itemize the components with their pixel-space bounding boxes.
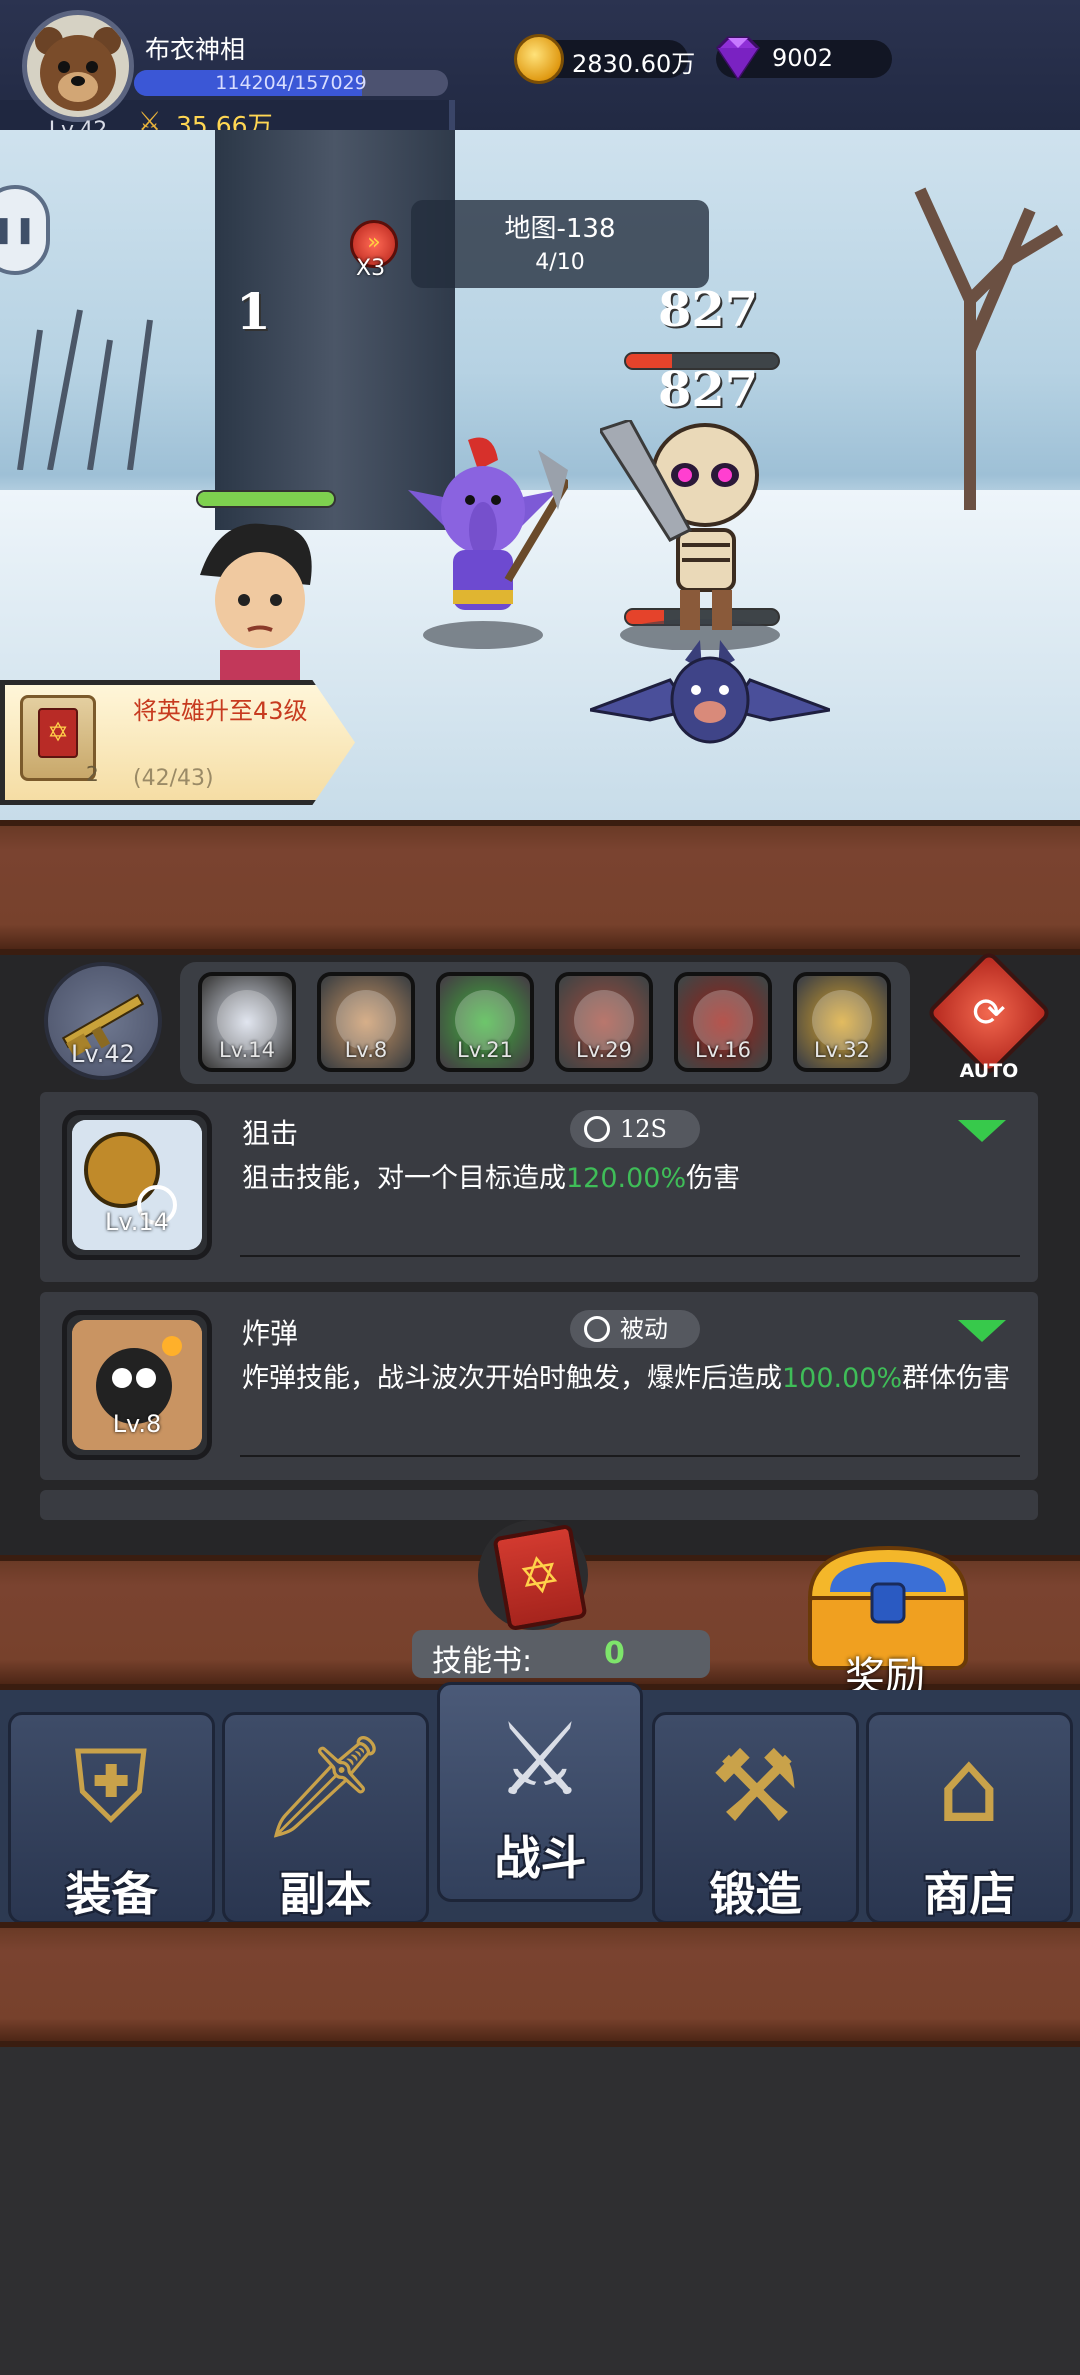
skill-level: Lv.8 — [112, 1410, 162, 1438]
quest-progress: (42/43) — [133, 766, 214, 791]
clock-icon — [584, 1316, 610, 1342]
skill-book-icon: ✡ — [38, 708, 78, 758]
damage-number: 827 — [658, 362, 759, 418]
bottom-area — [0, 2047, 1080, 2375]
hero-character — [200, 523, 312, 690]
purple-gem-icon — [716, 36, 760, 81]
skeleton-enemy — [600, 420, 780, 650]
skill-card[interactable] — [40, 1490, 1038, 1520]
skill-slot-level: Lv.21 — [457, 1038, 513, 1062]
bat-enemy — [590, 640, 830, 744]
bare-tree — [914, 187, 1064, 510]
quest-reward-count: 2 — [86, 762, 99, 786]
skill-book-icon[interactable]: ✡ — [492, 1523, 588, 1632]
skill-book-count: 0 — [604, 1636, 625, 1671]
refresh-icon: ⟳ — [972, 990, 1006, 1036]
shop-icon: ⌂ — [937, 1728, 1001, 1845]
weapon-level: Lv.42 — [71, 1040, 135, 1068]
divider — [240, 1255, 1020, 1257]
skill-level: Lv.14 — [105, 1208, 169, 1236]
wave-progress: 4/10 — [535, 250, 585, 275]
bare-bushes — [17, 309, 153, 470]
armor-icon: ⛨ — [73, 1728, 149, 1845]
damage-number: 827 — [658, 282, 759, 338]
skill-name: 炸弹 — [242, 1317, 299, 1350]
skill-book-label: 技能书: — [432, 1644, 533, 1679]
divider — [240, 1455, 1020, 1457]
skill-description: 炸弹技能，战斗波次开始时触发，爆炸后造成100.00%群体伤害 — [242, 1363, 1011, 1394]
scroll-hammer-icon: ⚒ — [710, 1728, 800, 1845]
damage-number: 1 — [236, 282, 271, 341]
nav-label: 副本 — [279, 1867, 372, 1921]
skill-slot-level: Lv.16 — [695, 1038, 751, 1062]
goblin-enemy — [408, 437, 568, 649]
chevron-down-icon[interactable] — [958, 1120, 1006, 1142]
exp-text: 114204/157029 — [215, 72, 367, 94]
fast-forward-icon: » — [367, 230, 381, 255]
skill-slot-level: Lv.29 — [576, 1038, 632, 1062]
nav-label: 装备 — [65, 1867, 158, 1921]
chevron-down-icon[interactable] — [958, 1320, 1006, 1342]
wood-divider — [0, 820, 1080, 955]
skill-name: 狙击 — [242, 1117, 299, 1150]
auto-label: AUTO — [959, 1060, 1019, 1082]
nav-label: 战斗 — [494, 1831, 587, 1885]
gold-amount: 2830.60万 — [572, 50, 696, 78]
enemy-health-bar — [624, 352, 780, 370]
wood-divider — [0, 1922, 1080, 2047]
skill-description: 狙击技能，对一个目标造成120.00%伤害 — [242, 1163, 741, 1194]
gem-amount: 9002 — [772, 44, 834, 72]
crossed-swords-icon: ⚔ — [495, 1701, 585, 1818]
bear-avatar-icon — [35, 27, 121, 111]
quest-title: 将英雄升至43级 — [133, 697, 308, 725]
clock-icon — [584, 1116, 610, 1142]
skill-icon-frame — [62, 1110, 212, 1260]
player-avatar[interactable] — [22, 10, 134, 122]
nav-label: 商店 — [923, 1867, 1016, 1921]
hero-health-bar — [196, 490, 336, 508]
skill-slot-level: Lv.14 — [219, 1038, 275, 1062]
pause-icon: ❚❚ — [0, 215, 36, 245]
speed-multiplier: X3 — [356, 256, 386, 281]
pause-button[interactable]: ❚❚ — [0, 185, 50, 275]
gold-coin-icon — [514, 34, 564, 84]
map-title: 地图-138 — [504, 214, 616, 244]
nav-label: 锻造 — [709, 1867, 802, 1921]
skill-slot-level: Lv.32 — [814, 1038, 870, 1062]
player-name: 布衣神相 — [145, 35, 246, 64]
sword-shield-icon: 🗡 — [261, 1728, 389, 1845]
skill-slot-level: Lv.8 — [344, 1038, 388, 1062]
